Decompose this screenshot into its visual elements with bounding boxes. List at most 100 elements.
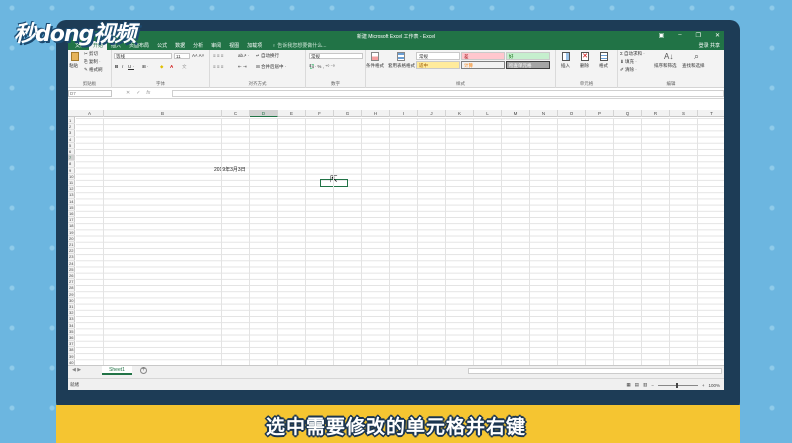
copy-button[interactable]: ⎘ 复制 ·: [84, 59, 101, 65]
indent-icons[interactable]: ⇤ ⇥: [238, 64, 247, 70]
sheet-tab-sheet1[interactable]: Sheet1: [102, 366, 132, 375]
column-header-e[interactable]: E: [278, 110, 306, 117]
fx-icon[interactable]: fx: [146, 90, 150, 96]
name-box[interactable]: D7: [68, 90, 112, 97]
style-calculation[interactable]: 计算: [461, 61, 505, 69]
sort-filter-button[interactable]: 排序和筛选: [654, 63, 677, 69]
insert-cells-button[interactable]: 插入: [561, 63, 570, 69]
conditional-format-button[interactable]: 条件格式: [366, 63, 384, 69]
sheet-nav-arrows[interactable]: ◀ ▶: [72, 367, 81, 373]
gridline: [613, 118, 614, 365]
formula-input[interactable]: [172, 90, 724, 97]
cell-area[interactable]: 2019年3月3日 ⇱: [76, 118, 724, 365]
column-header-f[interactable]: F: [306, 110, 334, 117]
column-header-l[interactable]: L: [474, 110, 502, 117]
column-header-b[interactable]: B: [104, 110, 222, 117]
conditional-format-icon: [371, 52, 379, 61]
number-format-select[interactable]: 常规: [309, 53, 363, 59]
add-sheet-button[interactable]: +: [140, 367, 147, 374]
border-button[interactable]: ⊞ ·: [142, 64, 149, 70]
font-name-select[interactable]: 等线: [114, 53, 172, 59]
style-good[interactable]: 好: [506, 52, 550, 60]
restore-icon[interactable]: ❐: [696, 32, 701, 39]
align-left-icons[interactable]: ≡ ≡ ≡: [213, 64, 223, 69]
style-normal[interactable]: 常规: [416, 52, 460, 60]
column-header-n[interactable]: N: [530, 110, 558, 117]
group-label-cells: 单元格: [579, 81, 594, 86]
font-grow-shrink[interactable]: A˄ A˅: [192, 53, 204, 58]
column-headers: ABCDEFGHIJKLMNOPQRST: [68, 110, 724, 117]
autosum-button[interactable]: Σ 自动求和 ·: [620, 51, 645, 57]
group-font: 等线 11 A˄ A˅ B I U · ⊞ · ◆ A 文 字体: [112, 50, 210, 88]
wrap-text-button[interactable]: ↵ 自动换行: [256, 53, 279, 59]
clear-button[interactable]: ✐ 清除 ·: [620, 67, 637, 73]
status-ready: 就绪: [70, 382, 79, 387]
window-title: 新建 Microsoft Excel 工作表 - Excel: [356, 34, 436, 40]
column-header-d[interactable]: D: [250, 110, 278, 117]
cut-button[interactable]: ✂ 剪切: [84, 51, 98, 57]
minimize-icon[interactable]: –: [678, 32, 681, 39]
merge-center-button[interactable]: ⊟ 合并后居中 ·: [256, 64, 286, 70]
number-format-buttons[interactable]: 💱· % , ⁺⁰ ⁻⁰: [309, 64, 335, 70]
enter-icon[interactable]: ✓: [136, 90, 140, 96]
zoom-out-button[interactable]: −: [651, 383, 654, 388]
tab-view[interactable]: 视图: [225, 41, 243, 50]
paste-button[interactable]: 粘贴: [69, 63, 78, 69]
column-header-c[interactable]: C: [222, 110, 250, 117]
underline-button[interactable]: U ·: [128, 64, 134, 69]
ribbon-display-icon[interactable]: ▣: [659, 32, 665, 39]
formula-bar: D7 ✕ ✓ fx: [68, 88, 724, 99]
login-share[interactable]: 登录 共享: [699, 42, 720, 49]
orientation-icon[interactable]: ab↗ ·: [238, 53, 250, 59]
column-header-j[interactable]: J: [418, 110, 446, 117]
align-top-icons[interactable]: ≡ ≡ ≡: [213, 53, 223, 58]
tab-data[interactable]: 数据: [171, 41, 189, 50]
column-header-s[interactable]: S: [670, 110, 698, 117]
column-header-k[interactable]: K: [446, 110, 474, 117]
gridline: [445, 118, 446, 365]
column-header-i[interactable]: I: [390, 110, 418, 117]
page-break-view-icon[interactable]: ▥: [643, 382, 647, 388]
tab-formulas[interactable]: 公式: [153, 41, 171, 50]
column-header-g[interactable]: G: [334, 110, 362, 117]
zoom-in-button[interactable]: +: [702, 383, 705, 388]
font-size-select[interactable]: 11: [174, 53, 190, 59]
find-select-button[interactable]: 查找和选择: [682, 63, 705, 69]
italic-button[interactable]: I: [122, 64, 123, 69]
page-layout-view-icon[interactable]: ▤: [635, 382, 639, 388]
table-format-button[interactable]: 套用表格格式: [388, 63, 415, 69]
zoom-slider[interactable]: [657, 382, 698, 388]
tab-analysis[interactable]: 分析: [189, 41, 207, 50]
phonetic-icon[interactable]: 文: [182, 64, 187, 70]
status-bar: 就绪 ▦ ▤ ▥ − + 100%: [68, 378, 724, 390]
column-header-p[interactable]: P: [586, 110, 614, 117]
column-header-q[interactable]: Q: [614, 110, 642, 117]
horizontal-scrollbar[interactable]: [468, 368, 722, 374]
normal-view-icon[interactable]: ▦: [626, 382, 630, 388]
cancel-icon[interactable]: ✕: [126, 90, 130, 96]
fill-button[interactable]: ⬇ 填充 ·: [620, 59, 637, 65]
column-header-m[interactable]: M: [502, 110, 530, 117]
tab-review[interactable]: 审阅: [207, 41, 225, 50]
font-color-icon[interactable]: A: [170, 64, 173, 69]
group-label-styles: 样式: [456, 81, 465, 86]
style-check-cell[interactable]: 检查单元格: [506, 61, 550, 69]
close-icon[interactable]: ✕: [715, 32, 720, 39]
bold-button[interactable]: B: [115, 64, 118, 69]
delete-cells-button[interactable]: 删除: [580, 63, 589, 69]
style-neutral[interactable]: 适中: [416, 61, 460, 69]
cell-b5[interactable]: 2019年3月3日: [214, 166, 246, 173]
column-header-h[interactable]: H: [362, 110, 390, 117]
column-header-r[interactable]: R: [642, 110, 670, 117]
tab-addins[interactable]: 加载项: [243, 41, 266, 50]
zoom-level[interactable]: 100%: [708, 383, 720, 388]
fill-color-icon[interactable]: ◆: [160, 64, 163, 70]
column-header-t[interactable]: T: [698, 110, 724, 117]
style-bad[interactable]: 差: [461, 52, 505, 60]
column-header-a[interactable]: A: [76, 110, 104, 117]
format-cells-button[interactable]: 格式: [599, 63, 608, 69]
format-painter-button[interactable]: ✎ 格式刷: [84, 67, 103, 73]
group-label-font: 字体: [156, 81, 165, 86]
column-header-o[interactable]: O: [558, 110, 586, 117]
tell-me-search[interactable]: ♀ 告诉我您想要做什么...: [266, 41, 332, 50]
